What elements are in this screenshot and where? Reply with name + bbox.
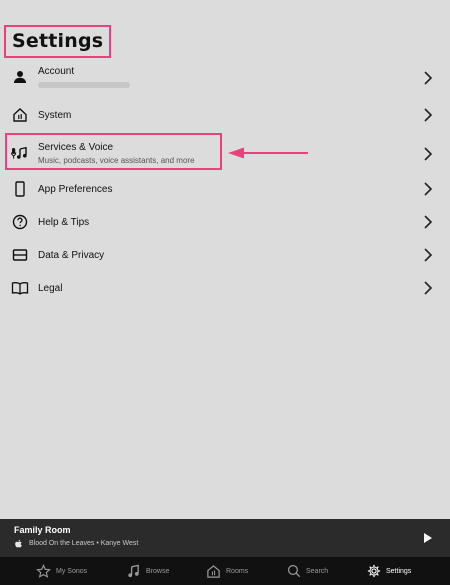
chevron-right-icon	[424, 147, 433, 161]
phone-icon	[11, 180, 29, 198]
settings-item-label: Help & Tips	[38, 217, 90, 228]
person-icon	[11, 68, 29, 86]
annotation-arrow-icon	[228, 147, 308, 159]
now-playing-track: Blood On the Leaves • Kanye West	[29, 540, 139, 547]
settings-item-legal[interactable]: Legal	[0, 271, 450, 305]
settings-item-app-preferences[interactable]: App Preferences	[0, 172, 450, 206]
settings-item-label: System	[38, 110, 72, 121]
chevron-right-icon	[424, 281, 433, 295]
gear-icon	[367, 564, 381, 578]
database-icon	[11, 246, 29, 264]
settings-item-label: App Preferences	[38, 184, 113, 195]
page-title: Settings	[12, 30, 104, 52]
search-icon	[287, 564, 301, 578]
home-speaker-icon	[11, 106, 29, 124]
tab-label: Browse	[146, 567, 170, 575]
chevron-right-icon	[424, 108, 433, 122]
question-circle-icon	[11, 213, 29, 231]
tab-label: Search	[306, 567, 329, 575]
apple-logo-icon	[15, 539, 22, 548]
settings-item-data-privacy[interactable]: Data & Privacy	[0, 238, 450, 272]
bottom-tab-bar: My Sonos Browse Rooms Search Settings	[0, 557, 450, 585]
now-playing-room: Family Room	[14, 525, 71, 535]
star-icon	[36, 563, 51, 578]
rooms-icon	[207, 564, 220, 578]
chevron-right-icon	[424, 182, 433, 196]
tab-label: My Sonos	[56, 567, 88, 575]
play-icon[interactable]	[423, 532, 433, 544]
settings-screen: Settings Account System Services & Voice	[0, 0, 450, 585]
services-highlight-box	[5, 133, 222, 170]
tab-label: Settings	[386, 567, 412, 575]
settings-item-label: Account	[38, 66, 75, 77]
chevron-right-icon	[424, 71, 433, 85]
tab-label: Rooms	[226, 567, 249, 575]
tab-search[interactable]: Search	[287, 557, 328, 585]
settings-item-account[interactable]: Account	[0, 60, 450, 96]
account-email-redacted	[38, 82, 130, 88]
chevron-right-icon	[424, 248, 433, 262]
now-playing-bar[interactable]: Family Room Blood On the Leaves • Kanye …	[0, 519, 450, 557]
tab-my-sonos[interactable]: My Sonos	[36, 557, 87, 585]
chevron-right-icon	[424, 215, 433, 229]
book-icon	[11, 279, 29, 297]
tab-rooms[interactable]: Rooms	[206, 557, 248, 585]
settings-item-help-tips[interactable]: Help & Tips	[0, 205, 450, 239]
music-note-icon	[128, 564, 139, 577]
settings-item-system[interactable]: System	[0, 98, 450, 132]
title-highlight-box: Settings	[4, 25, 112, 58]
tab-browse[interactable]: Browse	[126, 557, 169, 585]
tab-settings[interactable]: Settings	[367, 557, 411, 585]
settings-item-label: Data & Privacy	[38, 250, 105, 261]
settings-item-label: Legal	[38, 283, 63, 294]
